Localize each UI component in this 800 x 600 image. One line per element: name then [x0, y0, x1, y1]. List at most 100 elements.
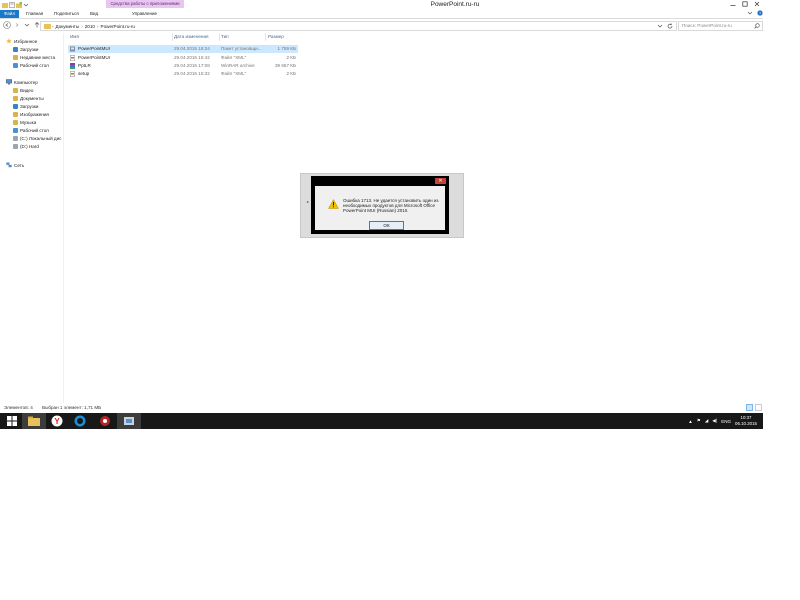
tab-manage[interactable]: Управление [128, 10, 161, 18]
file-type: Пакет установщи... [221, 46, 262, 51]
tab-file[interactable]: Файл [0, 10, 20, 18]
help-icon[interactable]: ? [757, 10, 763, 18]
dialog-body: Ошибка 1713. Не удается установить один … [315, 186, 445, 230]
dialog-close-button[interactable]: ✕ [435, 178, 446, 184]
winrar-archive-icon [70, 63, 75, 69]
nav-item-label: Рабочий стол [20, 127, 49, 133]
recent-locations-button[interactable] [23, 21, 31, 29]
pictures-icon [13, 111, 18, 117]
error-dialog: ✕ Ошибка 1713. Не удается установить оди… [311, 176, 449, 234]
flag-icon[interactable]: ⚑ [697, 418, 701, 424]
new-folder-icon[interactable] [16, 2, 22, 8]
details-view-button[interactable] [746, 404, 753, 411]
maximize-button[interactable] [739, 0, 751, 8]
nav-music[interactable]: Музыка [13, 118, 36, 126]
search-input[interactable]: Поиск: PowerPoint.ru-ru [678, 21, 763, 31]
nav-computer[interactable]: Компьютер [6, 78, 38, 86]
xml-file-icon [70, 71, 75, 77]
folder-icon[interactable] [2, 2, 8, 8]
clock[interactable]: 10:37 06.10.2015 [735, 415, 757, 427]
breadcrumb-2010[interactable]: 2010 [85, 24, 95, 29]
file-size: 2 КБ [286, 55, 296, 60]
breadcrumb-powerpoint[interactable]: PowerPoint.ru-ru [101, 24, 135, 29]
file-row[interactable]: setup 29.04.2015 15:32 Файл "XML" 2 КБ [68, 70, 298, 78]
column-divider[interactable] [172, 33, 173, 41]
navigation-pane: Избранное Загрузки Недавние места Рабочи… [0, 33, 64, 403]
ok-button[interactable]: ОК [369, 221, 404, 230]
address-actions [657, 23, 673, 29]
dialog-message: Ошибка 1713. Не удается установить один … [343, 198, 439, 214]
file-size: 2 КБ [286, 71, 296, 76]
nav-drive-d[interactable]: (D:) Hard [13, 142, 39, 150]
network-signal-icon[interactable]: ◢ [705, 418, 708, 424]
nav-item-label: (C:) Локальный дис [20, 135, 62, 141]
tab-share[interactable]: Поделиться [50, 10, 83, 18]
minimize-button[interactable] [727, 0, 739, 8]
system-tray: ▲ ⚑ ◢ ◀) ENG 10:37 06.10.2015 [688, 413, 757, 429]
input-language[interactable]: ENG [721, 419, 731, 424]
nav-item-label: Загрузки [20, 46, 39, 52]
chevron-down-icon [24, 23, 30, 27]
breadcrumb-documents[interactable]: Документы [56, 24, 80, 29]
column-divider[interactable] [265, 33, 266, 41]
column-header-size[interactable]: Размер [268, 33, 284, 41]
back-button[interactable] [3, 21, 11, 29]
nav-network[interactable]: Сеть [6, 161, 24, 169]
nav-documents[interactable]: Документы [13, 94, 44, 102]
nav-desktop-fav[interactable]: Рабочий стол [13, 61, 49, 69]
tab-home[interactable]: Главная [22, 10, 47, 18]
nav-favorites[interactable]: Избранное [6, 37, 37, 45]
address-bar[interactable]: › Документы › 2010 › PowerPoint.ru-ru [40, 21, 677, 31]
quick-access-toolbar [2, 1, 29, 9]
taskbar-app-red[interactable] [93, 413, 117, 429]
taskbar: Y ▲ ⚑ ◢ ◀) ENG 10:37 06.10.2015 [0, 413, 763, 429]
navigation-buttons [3, 21, 41, 29]
close-button[interactable] [751, 0, 763, 8]
column-header-date[interactable]: Дата изменения [174, 33, 209, 41]
column-header-type[interactable]: Тип [221, 33, 229, 41]
downloads-icon [13, 46, 18, 52]
chevron-down-icon[interactable] [23, 2, 29, 8]
refresh-icon[interactable] [667, 23, 673, 29]
taskbar-installer[interactable] [117, 413, 141, 429]
nav-item-label: (D:) Hard [20, 143, 39, 149]
file-row[interactable]: PowerPointMUI 29.04.2015 15:42 Файл "XML… [68, 54, 298, 62]
properties-icon[interactable] [9, 2, 15, 8]
start-button[interactable] [0, 413, 24, 429]
volume-icon[interactable]: ◀) [712, 418, 717, 424]
column-header-name[interactable]: Имя [70, 33, 79, 41]
taskbar-ccleaner[interactable] [68, 413, 92, 429]
status-item-count: Элементов: 4 [4, 405, 33, 410]
drive-icon [13, 135, 18, 141]
tab-view[interactable]: Вид [86, 10, 102, 18]
nav-downloads-fav[interactable]: Загрузки [13, 45, 39, 53]
window-controls [727, 0, 763, 8]
file-row[interactable]: PowerPointMUI 29.04.2015 18:24 Пакет уст… [68, 45, 298, 53]
status-bar: Элементов: 4 Выбран 1 элемент: 1,71 МБ [0, 403, 763, 413]
chevron-down-icon[interactable] [657, 23, 663, 29]
nav-recent-places[interactable]: Недавние места [13, 53, 55, 61]
breadcrumb-separator: › [96, 23, 99, 29]
breadcrumb-separator: › [81, 23, 83, 29]
nav-downloads[interactable]: Загрузки [13, 102, 39, 110]
taskbar-explorer[interactable] [22, 413, 46, 429]
yandex-browser-icon: Y [51, 415, 63, 427]
nav-videos[interactable]: Видео [13, 86, 33, 94]
show-hidden-icons-icon[interactable]: ▲ [688, 419, 692, 424]
nav-desktop[interactable]: Рабочий стол [13, 126, 49, 134]
forward-arrow-icon [15, 23, 19, 27]
network-icon [6, 162, 12, 168]
file-name: PptLR [78, 63, 91, 68]
forward-button[interactable] [13, 21, 21, 29]
windows-logo-icon [7, 416, 17, 426]
large-icons-view-button[interactable] [755, 404, 762, 411]
nav-drive-c[interactable]: (C:) Локальный дис [13, 134, 61, 142]
nav-pictures[interactable]: Изображения [13, 110, 49, 118]
file-name: PowerPointMUI [78, 46, 110, 51]
column-divider[interactable] [219, 33, 220, 41]
file-row[interactable]: PptLR 29.04.2015 17:08 WinRAR archive 39… [68, 62, 298, 70]
drive-icon [13, 143, 18, 149]
nav-item-label: Изображения [20, 111, 49, 117]
expand-ribbon-icon[interactable] [747, 10, 753, 18]
taskbar-yandex-browser[interactable]: Y [45, 413, 69, 429]
